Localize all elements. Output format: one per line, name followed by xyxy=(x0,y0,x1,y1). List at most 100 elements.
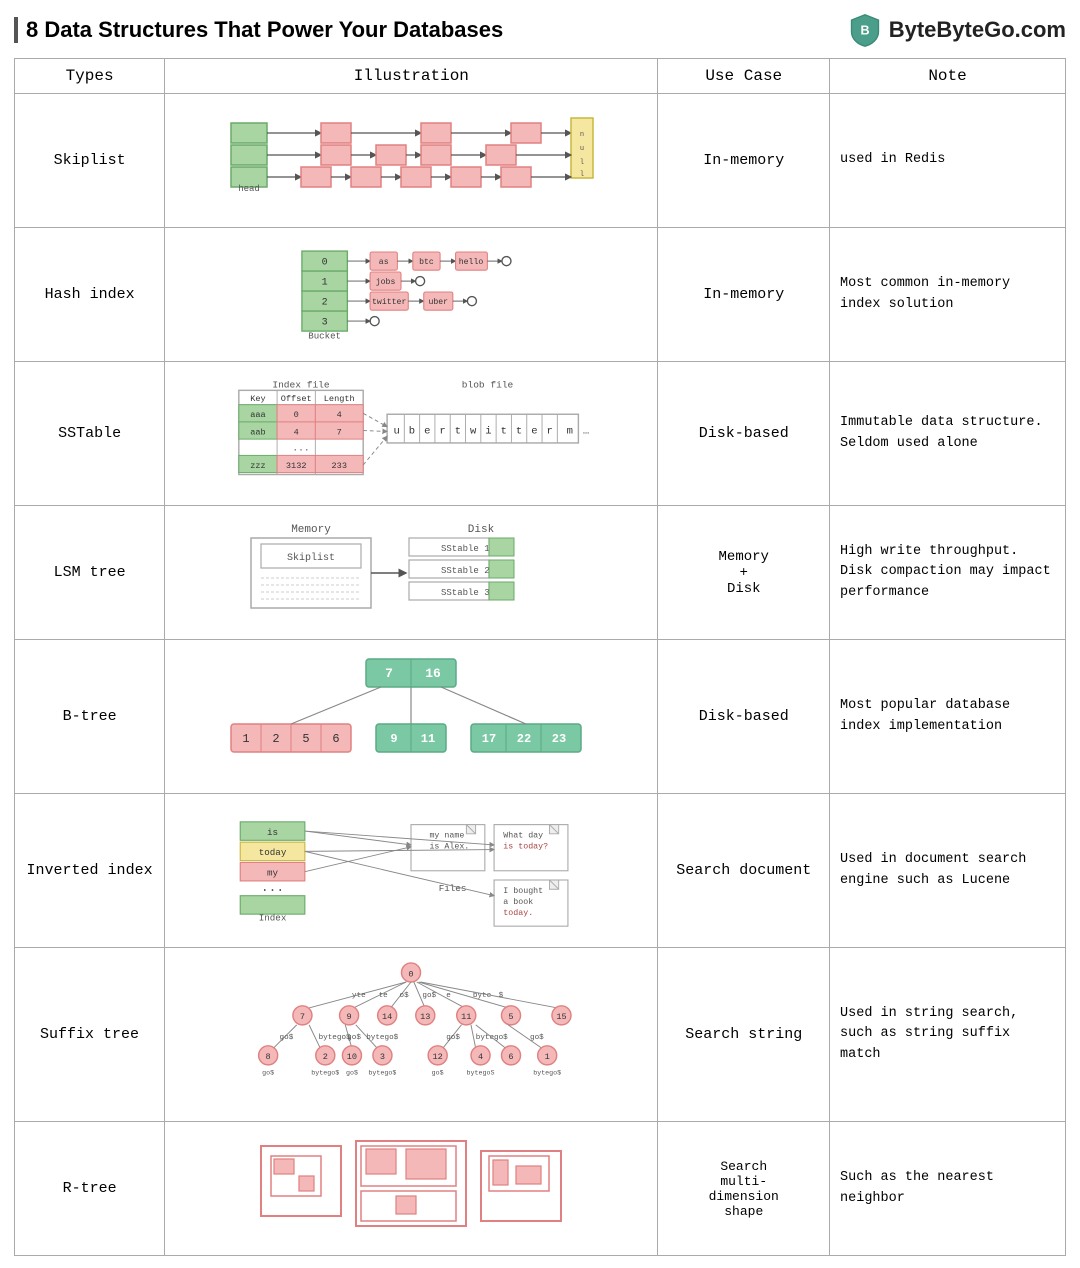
svg-text:i: i xyxy=(486,425,492,437)
svg-text:3: 3 xyxy=(380,1052,385,1062)
type-suffixtree: Suffix tree xyxy=(15,948,165,1122)
illus-invertedindex: is today my ... Index my name is Alex. xyxy=(165,794,658,948)
svg-text:Length: Length xyxy=(324,394,355,404)
table-row: Skiplist head xyxy=(15,94,1066,228)
svg-text:bytego$: bytego$ xyxy=(367,1034,399,1042)
svg-text:...: ... xyxy=(261,880,284,895)
svg-text:e: e xyxy=(424,425,430,437)
suffix-diagram: 0 yte 7 te 9 o$ xyxy=(211,962,611,1102)
svg-text:my: my xyxy=(267,867,279,878)
table-row: B-tree 7 16 1 2 xyxy=(15,640,1066,794)
note-skiplist: used in Redis xyxy=(830,94,1066,228)
page-title: 8 Data Structures That Power Your Databa… xyxy=(14,17,503,43)
svg-text:5: 5 xyxy=(303,732,310,746)
note-invertedindex: Used in document search engine such as L… xyxy=(830,794,1066,948)
table-row: Suffix tree 0 yte 7 te xyxy=(15,948,1066,1122)
svg-text:Memory: Memory xyxy=(291,524,331,536)
svg-text:as: as xyxy=(379,258,389,267)
svg-text:twitter: twitter xyxy=(372,297,406,307)
svg-text:go$: go$ xyxy=(262,1068,274,1076)
col-usecase: Use Case xyxy=(658,59,830,94)
svg-text:u: u xyxy=(580,145,584,153)
svg-text:B: B xyxy=(860,24,869,38)
svg-text:3: 3 xyxy=(322,318,328,329)
table-row: Inverted index is today my ... Index xyxy=(15,794,1066,948)
svg-text:6: 6 xyxy=(509,1052,514,1062)
svg-text:0: 0 xyxy=(322,258,328,269)
lsm-diagram: Memory Skiplist Disk xyxy=(231,520,591,620)
note-lsmtree: High write throughput. Disk compaction m… xyxy=(830,506,1066,640)
svg-text:233: 233 xyxy=(332,461,347,471)
svg-text:0: 0 xyxy=(409,969,414,979)
svg-text:uber: uber xyxy=(429,297,449,307)
svg-text:n: n xyxy=(580,131,584,139)
svg-text:e: e xyxy=(447,992,452,1000)
note-sstable: Immutable data structure. Seldom used al… xyxy=(830,362,1066,506)
sstable-diagram: Index file Key Offset Length aaa 0 xyxy=(221,376,601,486)
svg-text:today: today xyxy=(259,847,287,858)
svg-text:6: 6 xyxy=(333,732,340,746)
svg-text:11: 11 xyxy=(461,1012,471,1022)
svg-text:3132: 3132 xyxy=(286,461,307,471)
svg-text:0: 0 xyxy=(294,410,299,420)
svg-text:bytego$: bytego$ xyxy=(534,1068,562,1076)
svg-text:go$: go$ xyxy=(347,1034,361,1042)
svg-text:...: ... xyxy=(293,443,310,454)
logo-area: B ByteByteGo.com xyxy=(847,12,1066,48)
svg-text:23: 23 xyxy=(552,732,566,746)
use-sstable: Disk-based xyxy=(658,362,830,506)
svg-text:r: r xyxy=(547,425,553,437)
svg-text:b: b xyxy=(409,425,415,437)
note-rtree: Such as the nearest neighbor xyxy=(830,1122,1066,1256)
svg-text:10: 10 xyxy=(347,1052,357,1062)
svg-text:is: is xyxy=(267,827,278,838)
btree-diagram: 7 16 1 2 5 6 9 xyxy=(211,654,611,774)
svg-text:17: 17 xyxy=(482,732,496,746)
svg-text:l: l xyxy=(580,159,584,167)
svg-text:7: 7 xyxy=(300,1012,305,1022)
svg-text:SStable 1: SStable 1 xyxy=(441,544,490,554)
svg-text:te: te xyxy=(379,992,389,1000)
note-hashindex: Most common in-memory index solution xyxy=(830,228,1066,362)
svg-text:e: e xyxy=(532,425,538,437)
svg-text:today.: today. xyxy=(504,908,534,918)
logo-text: ByteByteGo.com xyxy=(889,17,1066,43)
svg-text:l: l xyxy=(580,171,584,179)
table-header-row: Types Illustration Use Case Note xyxy=(15,59,1066,94)
skiplist-diagram: head n u l l xyxy=(221,108,601,208)
svg-text:2: 2 xyxy=(323,1052,328,1062)
svg-text:w: w xyxy=(470,425,477,437)
table-row: LSM tree Memory Skiplist xyxy=(15,506,1066,640)
svg-text:Disk: Disk xyxy=(468,524,495,536)
page-header: 8 Data Structures That Power Your Databa… xyxy=(14,12,1066,48)
type-sstable: SSTable xyxy=(15,362,165,506)
svg-text:is today?: is today? xyxy=(504,842,549,852)
type-lsmtree: LSM tree xyxy=(15,506,165,640)
col-note: Note xyxy=(830,59,1066,94)
table-row: SSTable Index file Key Offset Length xyxy=(15,362,1066,506)
svg-text:my name: my name xyxy=(430,832,465,841)
svg-text:go$: go$ xyxy=(530,1034,544,1042)
svg-text:m: m xyxy=(567,425,573,437)
svg-text:7: 7 xyxy=(337,427,342,437)
svg-text:hello: hello xyxy=(459,257,484,267)
svg-text:22: 22 xyxy=(517,732,531,746)
svg-text:Offset: Offset xyxy=(281,394,312,404)
svg-text:9: 9 xyxy=(391,732,398,746)
svg-text:What day: What day xyxy=(504,831,544,841)
svg-text:go$: go$ xyxy=(447,1034,461,1042)
svg-text:15: 15 xyxy=(557,1012,567,1022)
svg-text:2: 2 xyxy=(273,732,280,746)
svg-text:1: 1 xyxy=(243,732,250,746)
use-hashindex: In-memory xyxy=(658,228,830,362)
table-row: R-tree xyxy=(15,1122,1066,1256)
type-rtree: R-tree xyxy=(15,1122,165,1256)
svg-text:aab: aab xyxy=(251,427,266,437)
svg-text:Skiplist: Skiplist xyxy=(287,552,335,564)
svg-text:8: 8 xyxy=(266,1052,271,1062)
svg-text:16: 16 xyxy=(425,666,441,681)
note-btree: Most popular database index implementati… xyxy=(830,640,1066,794)
svg-text:SStable 2: SStable 2 xyxy=(441,566,490,576)
svg-text:bytego$: bytego$ xyxy=(312,1068,340,1076)
svg-text:bytego$: bytego$ xyxy=(369,1068,397,1076)
